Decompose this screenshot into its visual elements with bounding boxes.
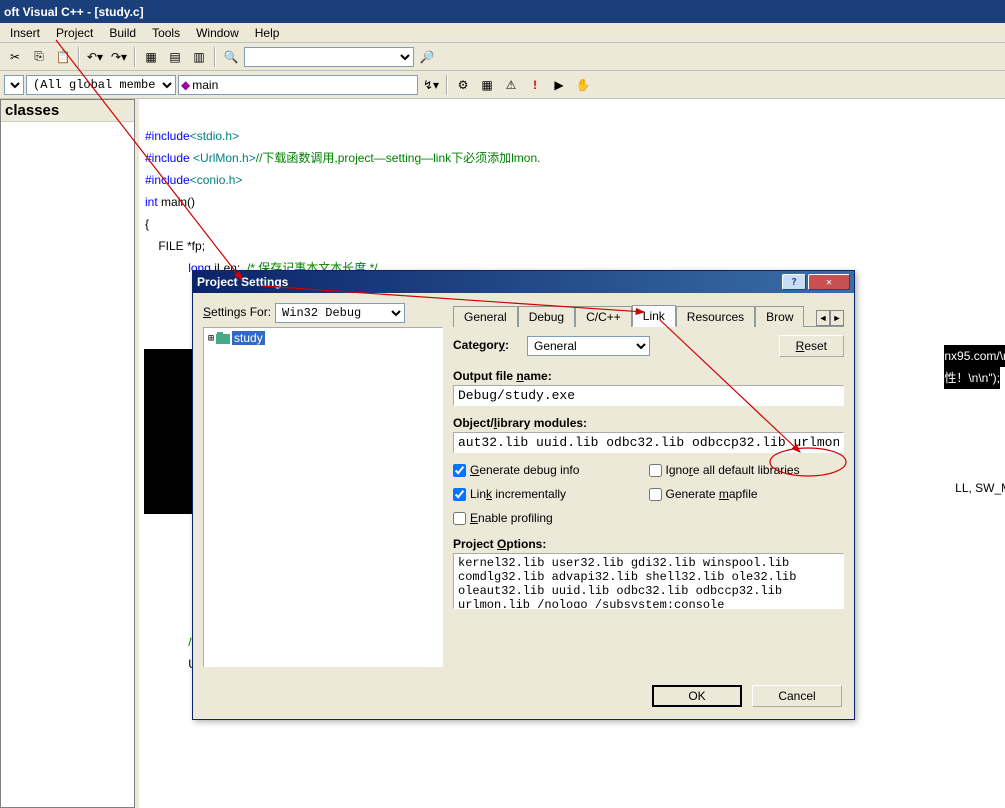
- settings-for-combo[interactable]: Win32 Debug: [275, 303, 405, 323]
- reset-button[interactable]: Reset: [779, 335, 844, 357]
- separator: [446, 75, 448, 95]
- member-combo-value: main: [192, 78, 218, 92]
- expand-icon[interactable]: ⊞: [208, 333, 214, 344]
- project-icon: [216, 332, 230, 344]
- menu-insert[interactable]: Insert: [2, 24, 48, 42]
- chk-generate-debug[interactable]: Generate debug info: [453, 463, 649, 477]
- execute-icon[interactable]: !: [524, 74, 546, 96]
- build-icon[interactable]: ▦: [476, 74, 498, 96]
- toolbar-wizardbar: (All global member ◆ main ↯▾ ⚙ ▦ ⚠ ! ▶ ✋: [0, 71, 1005, 99]
- class-view-panel: classes: [0, 99, 135, 808]
- chk-enable-profiling[interactable]: Enable profiling: [453, 511, 649, 525]
- find-in-files-icon[interactable]: 🔍: [220, 46, 242, 68]
- menu-help[interactable]: Help: [247, 24, 288, 42]
- code-keyword: #include: [145, 173, 190, 187]
- chk-generate-mapfile[interactable]: Generate mapfile: [649, 487, 845, 501]
- code-keyword: #include: [145, 129, 190, 143]
- tab-resources[interactable]: Resources: [676, 306, 755, 327]
- separator: [214, 47, 216, 67]
- tab-scroll-left[interactable]: ◄: [816, 310, 830, 326]
- tab-cpp[interactable]: C/C++: [575, 306, 632, 327]
- separator: [134, 47, 136, 67]
- window-titlebar: oft Visual C++ - [study.c]: [0, 0, 1005, 23]
- code-include: <UrlMon.h>: [193, 151, 256, 165]
- breakpoint-icon[interactable]: ✋: [572, 74, 594, 96]
- menu-project[interactable]: Project: [48, 24, 101, 42]
- menubar: Insert Project Build Tools Window Help: [0, 23, 1005, 43]
- toolbar-main: ✂ ⎘ 📋 ↶▾ ↷▾ ▦ ▤ ▥ 🔍 🔎: [0, 43, 1005, 71]
- scope-combo[interactable]: (All global member: [26, 75, 176, 95]
- output-icon[interactable]: ▤: [164, 46, 186, 68]
- code-include: <conio.h>: [190, 173, 243, 187]
- close-button[interactable]: ✕: [808, 274, 850, 290]
- modules-input[interactable]: [453, 432, 844, 453]
- project-options-textarea[interactable]: kernel32.lib user32.lib gdi32.lib winspo…: [453, 553, 844, 609]
- project-settings-dialog: Project Settings ? ✕ Settings For: Win32…: [192, 270, 855, 720]
- separator: [78, 47, 80, 67]
- menu-window[interactable]: Window: [188, 24, 247, 42]
- code-text: FILE *fp;: [145, 239, 205, 253]
- ok-button[interactable]: OK: [652, 685, 742, 707]
- output-filename-input[interactable]: [453, 385, 844, 406]
- code-comment: //下载函数调用,project—setting—link下必须添加lmon.: [256, 151, 541, 165]
- help-button[interactable]: ?: [782, 274, 806, 290]
- project-options-label: Project Options:: [453, 537, 546, 551]
- stop-build-icon[interactable]: ⚠: [500, 74, 522, 96]
- modules-label: Object/library modules:: [453, 416, 587, 430]
- chk-link-incrementally[interactable]: Link incrementally: [453, 487, 649, 501]
- member-combo[interactable]: ◆ main: [178, 75, 418, 95]
- action-icon[interactable]: ↯▾: [420, 74, 442, 96]
- go-icon[interactable]: ▶: [548, 74, 570, 96]
- code-keyword: int: [145, 195, 158, 209]
- dialog-left-pane: Settings For: Win32 Debug ⊞ study: [203, 303, 443, 667]
- dialog-title: Project Settings: [197, 275, 288, 289]
- menu-tools[interactable]: Tools: [144, 24, 188, 42]
- window-title: oft Visual C++ - [study.c]: [4, 5, 144, 19]
- code-inverted: 性！\n\n");: [944, 367, 1000, 389]
- code-text: {: [145, 217, 149, 231]
- redo-icon[interactable]: ↷▾: [108, 46, 130, 68]
- settings-for-label: Settings For:: [203, 305, 271, 319]
- tab-general[interactable]: General: [453, 306, 518, 327]
- class-combo[interactable]: [4, 75, 24, 95]
- tabstrip: General Debug C/C++ Link Resources Brow …: [453, 303, 844, 327]
- window-list-icon[interactable]: ▥: [188, 46, 210, 68]
- selection-margin: [144, 349, 192, 514]
- compile-icon[interactable]: ⚙: [452, 74, 474, 96]
- chk-ignore-default-libs[interactable]: Ignore all default libraries: [649, 463, 845, 477]
- dialog-titlebar[interactable]: Project Settings ? ✕: [193, 271, 854, 293]
- member-icon: ◆: [181, 78, 190, 92]
- dialog-right-pane: General Debug C/C++ Link Resources Brow …: [453, 303, 844, 667]
- paste-icon[interactable]: 📋: [52, 46, 74, 68]
- copy-icon[interactable]: ⎘: [28, 46, 50, 68]
- tab-scroll-right[interactable]: ►: [830, 310, 844, 326]
- tree-item-study[interactable]: ⊞ study: [206, 330, 440, 346]
- workspace-icon[interactable]: ▦: [140, 46, 162, 68]
- find-combo[interactable]: [244, 47, 414, 67]
- project-tree[interactable]: ⊞ study: [203, 327, 443, 667]
- tree-item-label: study: [232, 331, 265, 345]
- class-view-header: classes: [1, 100, 134, 122]
- cut-icon[interactable]: ✂: [4, 46, 26, 68]
- code-keyword: #include: [145, 151, 193, 165]
- dialog-footer: OK Cancel: [193, 677, 854, 719]
- tab-debug[interactable]: Debug: [518, 306, 575, 327]
- code-include: <stdio.h>: [190, 129, 239, 143]
- code-inverted: nx95.com/\n\: [944, 345, 1005, 367]
- category-combo[interactable]: General: [527, 336, 650, 356]
- tab-link[interactable]: Link: [632, 305, 676, 327]
- tab-browse[interactable]: Brow: [755, 306, 804, 327]
- menu-build[interactable]: Build: [101, 24, 144, 42]
- cancel-button[interactable]: Cancel: [752, 685, 842, 707]
- code-text: main(): [158, 195, 195, 209]
- code-text: LL, SW_MINIM: [955, 481, 1005, 495]
- category-label: Category:: [453, 338, 521, 352]
- output-label: Output file name:: [453, 369, 552, 383]
- undo-icon[interactable]: ↶▾: [84, 46, 106, 68]
- find-icon[interactable]: 🔎: [416, 46, 438, 68]
